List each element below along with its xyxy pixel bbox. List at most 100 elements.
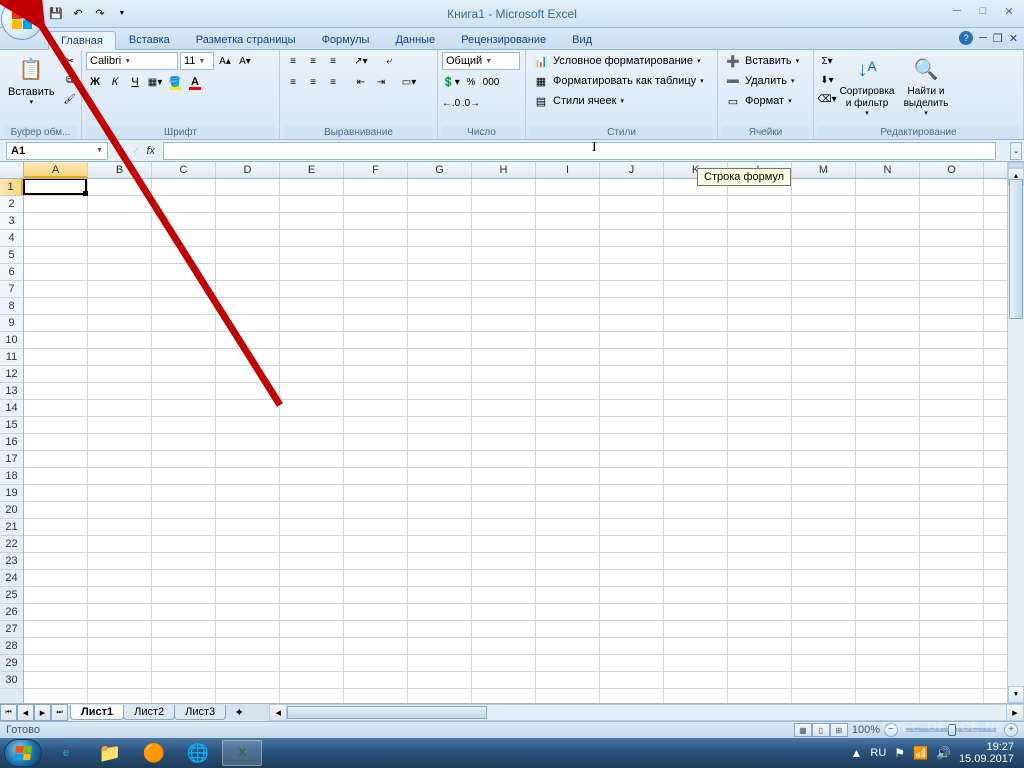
- row-header[interactable]: 1: [0, 179, 23, 196]
- row-header[interactable]: 2: [0, 196, 23, 213]
- row-header[interactable]: 30: [0, 672, 23, 689]
- scroll-right-button[interactable]: ▶: [1006, 705, 1023, 720]
- format-painter-icon[interactable]: 🖌: [61, 90, 79, 108]
- row-header[interactable]: 13: [0, 383, 23, 400]
- row-header[interactable]: 21: [0, 519, 23, 536]
- insert-cells-button[interactable]: ➕Вставить▾: [722, 52, 802, 70]
- taskbar-excel-icon[interactable]: X: [222, 740, 262, 766]
- column-header[interactable]: G: [408, 162, 472, 178]
- row-header[interactable]: 23: [0, 553, 23, 570]
- orientation-icon[interactable]: ↗▾: [352, 52, 370, 70]
- name-box[interactable]: A1▼: [6, 142, 108, 160]
- row-header[interactable]: 15: [0, 417, 23, 434]
- row-header[interactable]: 6: [0, 264, 23, 281]
- align-center-icon[interactable]: ≡: [304, 73, 322, 91]
- decrease-decimal-icon[interactable]: .0→: [462, 94, 480, 112]
- row-header[interactable]: 4: [0, 230, 23, 247]
- border-icon[interactable]: ▦▾: [146, 73, 164, 91]
- page-layout-view-button[interactable]: ▯: [812, 723, 830, 737]
- row-header[interactable]: 8: [0, 298, 23, 315]
- sheet-tab[interactable]: Лист1: [70, 705, 124, 720]
- currency-icon[interactable]: 💲▾: [442, 73, 460, 91]
- align-bottom-icon[interactable]: ≡: [324, 52, 342, 70]
- expand-formula-bar-button[interactable]: ⌄: [1010, 142, 1022, 160]
- row-header[interactable]: 10: [0, 332, 23, 349]
- first-sheet-button[interactable]: ⏮: [0, 704, 17, 721]
- fill-icon[interactable]: ⬇▾: [818, 71, 836, 89]
- language-indicator[interactable]: RU: [870, 747, 886, 759]
- row-header[interactable]: 27: [0, 621, 23, 638]
- row-header[interactable]: 17: [0, 451, 23, 468]
- prev-sheet-button[interactable]: ◀: [17, 704, 34, 721]
- tab-вид[interactable]: Вид: [559, 30, 605, 49]
- underline-icon[interactable]: Ч: [126, 73, 144, 91]
- tab-формулы[interactable]: Формулы: [309, 30, 383, 49]
- doc-close-button[interactable]: ✕: [1009, 32, 1018, 45]
- row-header[interactable]: 29: [0, 655, 23, 672]
- italic-icon[interactable]: К: [106, 73, 124, 91]
- tab-данные[interactable]: Данные: [382, 30, 448, 49]
- copy-icon[interactable]: ⧉: [61, 71, 79, 89]
- paste-button[interactable]: 📋 Вставить ▾: [4, 52, 59, 110]
- scroll-down-button[interactable]: ▼: [1008, 686, 1024, 703]
- number-format-combo[interactable]: Общий▼: [442, 52, 520, 70]
- start-button[interactable]: [4, 739, 42, 767]
- doc-minimize-button[interactable]: ─: [979, 32, 987, 44]
- row-header[interactable]: 16: [0, 434, 23, 451]
- find-select-button[interactable]: 🔍 Найти и выделить▾: [898, 52, 954, 120]
- bold-icon[interactable]: Ж: [86, 73, 104, 91]
- volume-icon[interactable]: 🔊: [936, 746, 951, 760]
- close-button[interactable]: ✕: [1000, 4, 1018, 18]
- minimize-button[interactable]: ─: [948, 4, 966, 18]
- redo-icon[interactable]: ↷: [92, 6, 108, 22]
- action-center-icon[interactable]: ⚑: [894, 746, 905, 760]
- cancel-formula-icon[interactable]: ✕: [116, 144, 125, 157]
- row-header[interactable]: 9: [0, 315, 23, 332]
- sort-filter-button[interactable]: ↓ᴬ Сортировка и фильтр▾: [838, 52, 896, 120]
- wrap-text-icon[interactable]: ⤶: [380, 52, 398, 70]
- font-name-combo[interactable]: Calibri▼: [86, 52, 178, 70]
- formula-input[interactable]: I: [163, 142, 996, 160]
- column-header[interactable]: F: [344, 162, 408, 178]
- row-header[interactable]: 25: [0, 587, 23, 604]
- row-header[interactable]: 20: [0, 502, 23, 519]
- scroll-left-button[interactable]: ◀: [270, 705, 287, 720]
- column-header[interactable]: D: [216, 162, 280, 178]
- clear-icon[interactable]: ⌫▾: [818, 90, 836, 108]
- taskbar-media-icon[interactable]: 🟠: [134, 740, 174, 766]
- sheet-tab[interactable]: Лист2: [123, 705, 175, 720]
- increase-decimal-icon[interactable]: ←.0: [442, 94, 460, 112]
- select-all-corner[interactable]: [0, 162, 24, 178]
- row-header[interactable]: 18: [0, 468, 23, 485]
- fill-color-icon[interactable]: 🪣: [166, 73, 184, 91]
- column-header[interactable]: H: [472, 162, 536, 178]
- new-sheet-button[interactable]: ✦: [229, 706, 249, 720]
- row-header[interactable]: 26: [0, 604, 23, 621]
- font-size-combo[interactable]: 11▼: [180, 52, 214, 70]
- align-left-icon[interactable]: ≡: [284, 73, 302, 91]
- comma-icon[interactable]: 000: [482, 73, 500, 91]
- last-sheet-button[interactable]: ⏭: [51, 704, 68, 721]
- column-header[interactable]: A: [24, 162, 88, 178]
- align-top-icon[interactable]: ≡: [284, 52, 302, 70]
- clock[interactable]: 19:27 15.09.2017: [959, 741, 1014, 765]
- qat-customize-icon[interactable]: ▼: [114, 6, 130, 22]
- normal-view-button[interactable]: ▦: [794, 723, 812, 737]
- taskbar-explorer-icon[interactable]: 📁: [90, 740, 130, 766]
- vertical-scrollbar[interactable]: ▲ ▼: [1007, 162, 1024, 703]
- autosum-icon[interactable]: Σ▾: [818, 52, 836, 70]
- column-header[interactable]: N: [856, 162, 920, 178]
- format-cells-button[interactable]: ▭Формат▾: [722, 92, 795, 110]
- save-icon[interactable]: 💾: [48, 6, 64, 22]
- align-middle-icon[interactable]: ≡: [304, 52, 322, 70]
- column-header[interactable]: O: [920, 162, 984, 178]
- maximize-button[interactable]: □: [974, 4, 992, 18]
- font-color-icon[interactable]: A: [186, 73, 204, 91]
- network-icon[interactable]: 📶: [913, 746, 928, 760]
- column-header[interactable]: B: [88, 162, 152, 178]
- decrease-font-icon[interactable]: A▾: [236, 52, 254, 70]
- row-header[interactable]: 14: [0, 400, 23, 417]
- row-header[interactable]: 28: [0, 638, 23, 655]
- row-header[interactable]: 22: [0, 536, 23, 553]
- increase-font-icon[interactable]: A▴: [216, 52, 234, 70]
